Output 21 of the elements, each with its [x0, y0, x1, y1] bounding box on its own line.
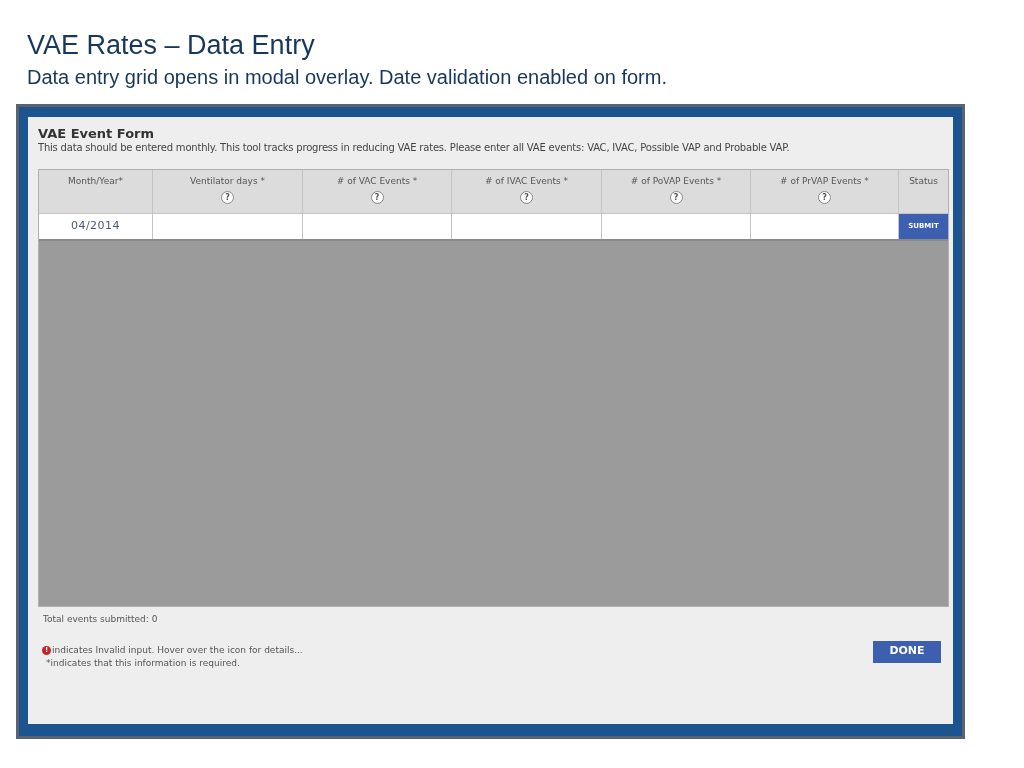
header-label: # of PrVAP Events * — [780, 176, 869, 187]
done-button[interactable]: DONE — [873, 640, 941, 663]
header-label: Ventilator days * — [190, 176, 265, 187]
form-description: This data should be entered monthly. This tool tracks progress in reducing VAE rates. Please enter all VAE events: VAC, IVAC, Possible VAP and Probable VAP. — [38, 141, 790, 154]
header-label: # of VAC Events * — [336, 176, 418, 187]
header-label: Month/Year* — [68, 176, 123, 187]
required-note: *indicates that this information is required. — [46, 656, 240, 670]
help-icon[interactable]: ? — [370, 191, 384, 204]
slide-subtitle: Data entry grid opens in modal overlay. Date validation enabled on form. — [27, 65, 667, 90]
total-text: Total events submitted: 0 — [43, 613, 158, 626]
help-icon[interactable]: ? — [818, 191, 831, 204]
invalid-note: indicates Invalid input. Hover over the icon for details... — [52, 643, 303, 657]
header-label: # of PoVAP Events * — [630, 176, 722, 187]
header-label: Status — [909, 176, 938, 187]
header-label: # of IVAC Events * — [484, 176, 569, 187]
slide-title: VAE Rates – Data Entry — [27, 29, 315, 62]
help-icon[interactable]: ? — [221, 191, 234, 204]
help-icon[interactable]: ? — [669, 191, 683, 204]
form-title: VAE Event Form — [38, 126, 155, 141]
month-cell: 04/2014 — [70, 218, 121, 235]
help-icon[interactable]: ? — [520, 191, 533, 204]
